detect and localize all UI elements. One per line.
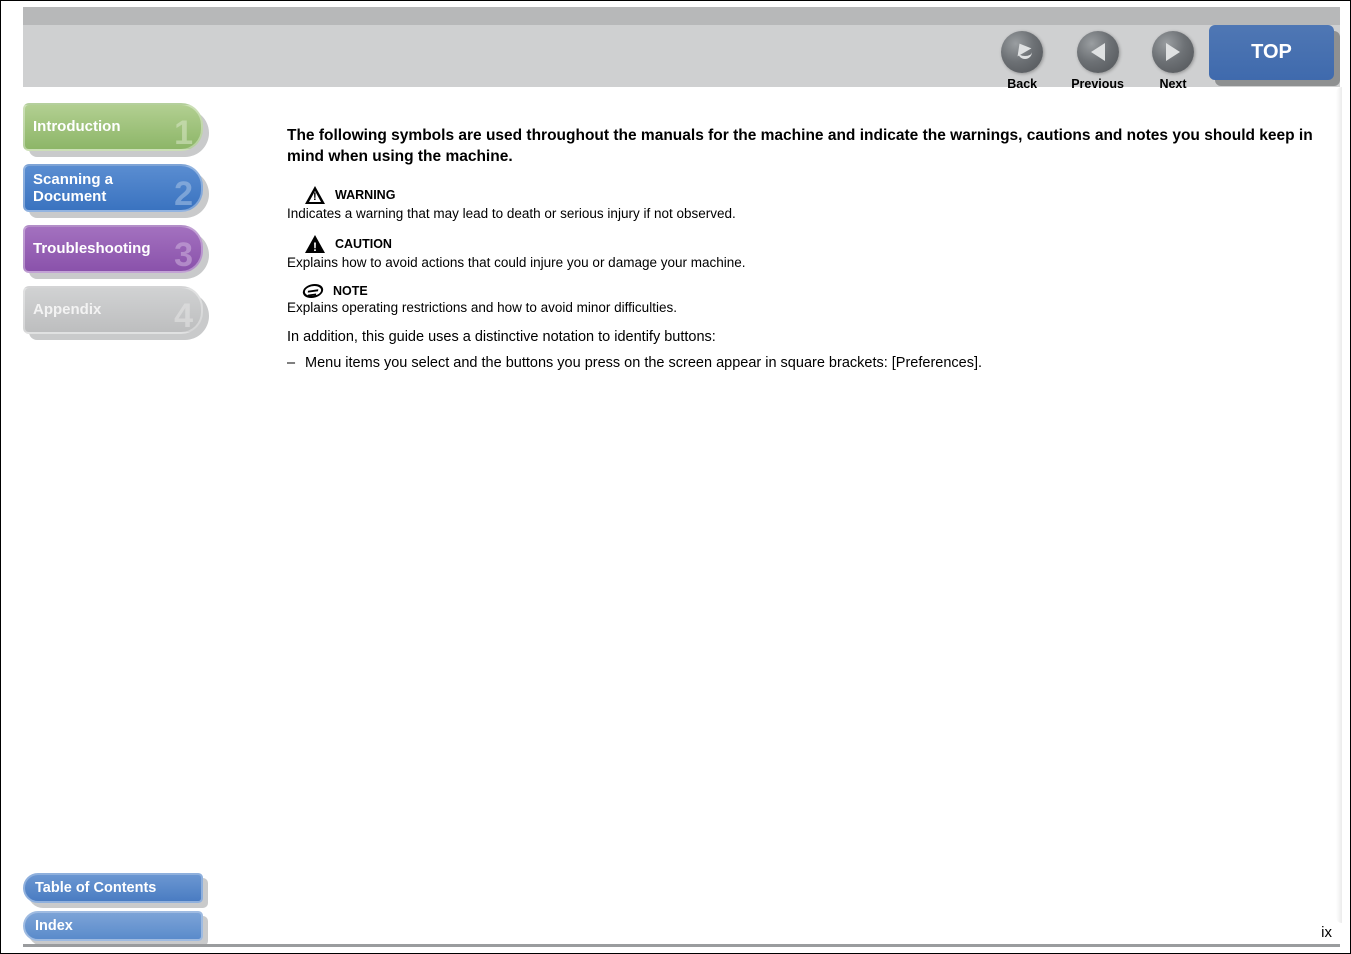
- page: Back Previous Next TOP Introduction 1: [0, 0, 1351, 954]
- index-label: Index: [35, 918, 73, 934]
- bullet-dash: –: [287, 355, 297, 371]
- bottom-border: [23, 944, 1340, 947]
- warning-row: ! WARNING: [287, 186, 1326, 204]
- sidebar-item-label: Scanning a Document: [33, 171, 153, 206]
- page-curl: [1336, 87, 1342, 923]
- caution-label: CAUTION: [335, 237, 392, 251]
- sidebar-item-label: Introduction: [33, 118, 120, 135]
- sidebar-item-number: 1: [174, 114, 193, 153]
- warning-description: Indicates a warning that may lead to dea…: [287, 206, 1326, 221]
- bottom-tabs: Table of Contents Index: [23, 865, 211, 941]
- sidebar-item-appendix[interactable]: Appendix 4: [23, 286, 203, 334]
- sidebar-item-introduction[interactable]: Introduction 1: [23, 103, 203, 151]
- sidebar-item-scanning[interactable]: Scanning a Document 2: [23, 164, 203, 212]
- table-of-contents-button[interactable]: Table of Contents: [23, 873, 203, 903]
- back-button[interactable]: Back: [1001, 31, 1043, 91]
- top-button[interactable]: TOP: [1209, 25, 1334, 80]
- back-icon-circle: [1001, 31, 1043, 73]
- next-icon-circle: [1152, 31, 1194, 73]
- note-description: Explains operating restrictions and how …: [287, 300, 1326, 315]
- toc-label: Table of Contents: [35, 880, 156, 896]
- next-label: Next: [1159, 77, 1186, 91]
- tab-body: Introduction 1: [23, 103, 203, 151]
- tab-body: Troubleshooting 3: [23, 225, 203, 273]
- bullet-text: Menu items you select and the buttons yo…: [305, 355, 982, 371]
- sidebar-item-number: 2: [174, 175, 193, 214]
- btab-body: Index: [23, 911, 203, 941]
- top-button-label: TOP: [1251, 41, 1292, 64]
- warning-label: WARNING: [335, 188, 395, 202]
- note-block: NOTE Explains operating restrictions and…: [287, 284, 1326, 315]
- btab-body: Table of Contents: [23, 873, 203, 903]
- sidebar-item-troubleshooting[interactable]: Troubleshooting 3: [23, 225, 203, 273]
- page-number: ix: [1321, 924, 1332, 941]
- sidebar-item-label: Troubleshooting: [33, 240, 151, 257]
- sidebar-item-number: 4: [174, 297, 193, 336]
- back-label: Back: [1007, 77, 1037, 91]
- caution-row: ! CAUTION: [287, 235, 1326, 253]
- additional-paragraph: In addition, this guide uses a distincti…: [287, 329, 1326, 345]
- sidebar: Introduction 1 Scanning a Document 2 Tro…: [23, 103, 211, 347]
- next-triangle-icon: [1166, 43, 1180, 61]
- previous-label: Previous: [1071, 77, 1124, 91]
- sidebar-item-label: Appendix: [33, 301, 101, 318]
- previous-icon-circle: [1077, 31, 1119, 73]
- top-strip: [23, 7, 1340, 25]
- note-row: NOTE: [287, 284, 1326, 298]
- next-button[interactable]: Next: [1152, 31, 1194, 91]
- lead-paragraph: The following symbols are used throughou…: [287, 126, 1326, 168]
- sidebar-item-number: 3: [174, 236, 193, 275]
- back-arrow-icon: [1011, 43, 1033, 61]
- nav-buttons: Back Previous Next: [1001, 31, 1194, 91]
- caution-block: ! CAUTION Explains how to avoid actions …: [287, 235, 1326, 270]
- caution-icon: !: [305, 235, 325, 253]
- previous-button[interactable]: Previous: [1071, 31, 1124, 91]
- tab-body: Scanning a Document 2: [23, 164, 203, 212]
- previous-triangle-icon: [1091, 43, 1105, 61]
- warning-icon: !: [305, 186, 325, 204]
- tab-body: Appendix 4: [23, 286, 203, 334]
- caution-description: Explains how to avoid actions that could…: [287, 255, 1326, 270]
- note-icon: [301, 284, 325, 298]
- warning-block: ! WARNING Indicates a warning that may l…: [287, 186, 1326, 221]
- content-area: The following symbols are used throughou…: [287, 126, 1326, 371]
- note-label: NOTE: [333, 284, 368, 298]
- bullet-item: – Menu items you select and the buttons …: [287, 355, 1326, 371]
- index-button[interactable]: Index: [23, 911, 203, 941]
